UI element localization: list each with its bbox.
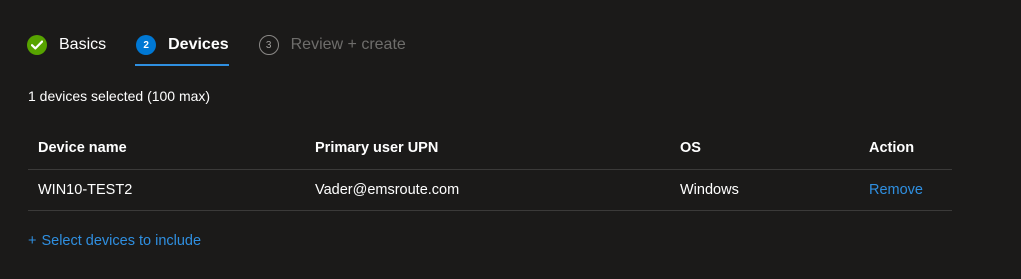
wizard-steps: Basics 2 Devices 3 Review + create <box>27 30 436 66</box>
create-device-group-page: Basics 2 Devices 3 Review + create 1 dev… <box>0 0 1021 279</box>
step-number-badge: 3 <box>258 35 279 55</box>
column-header-primary-user-upn[interactable]: Primary user UPN <box>305 127 670 170</box>
step-label: Review + create <box>290 36 406 53</box>
cell-primary-user-upn: Vader@emsroute.com <box>305 169 670 211</box>
cell-device-name: WIN10-TEST2 <box>28 169 305 211</box>
devices-table: Device name Primary user UPN OS Action W… <box>28 127 952 211</box>
table-header-row: Device name Primary user UPN OS Action <box>28 127 952 170</box>
selected-devices-count: 1 devices selected (100 max) <box>28 88 211 104</box>
cell-action: Remove <box>859 169 952 211</box>
step-label: Basics <box>59 36 107 53</box>
plus-icon: + <box>28 233 37 249</box>
select-devices-link[interactable]: + Select devices to include <box>28 233 201 249</box>
step-label: Devices <box>168 36 229 53</box>
active-step-underline <box>135 64 229 66</box>
step-basics[interactable]: Basics <box>27 30 106 60</box>
table-row: WIN10-TEST2 Vader@emsroute.com Windows R… <box>28 169 952 211</box>
step-review-create[interactable]: 3 Review + create <box>258 30 406 60</box>
select-devices-label: Select devices to include <box>41 233 202 249</box>
cell-os: Windows <box>670 169 859 211</box>
checkmark-icon <box>27 35 47 55</box>
step-devices[interactable]: 2 Devices <box>135 30 229 66</box>
column-header-os[interactable]: OS <box>670 127 859 170</box>
step-number-badge: 2 <box>136 35 157 55</box>
column-header-device-name[interactable]: Device name <box>28 127 305 170</box>
column-header-action: Action <box>859 127 952 170</box>
remove-device-link[interactable]: Remove <box>869 182 923 198</box>
